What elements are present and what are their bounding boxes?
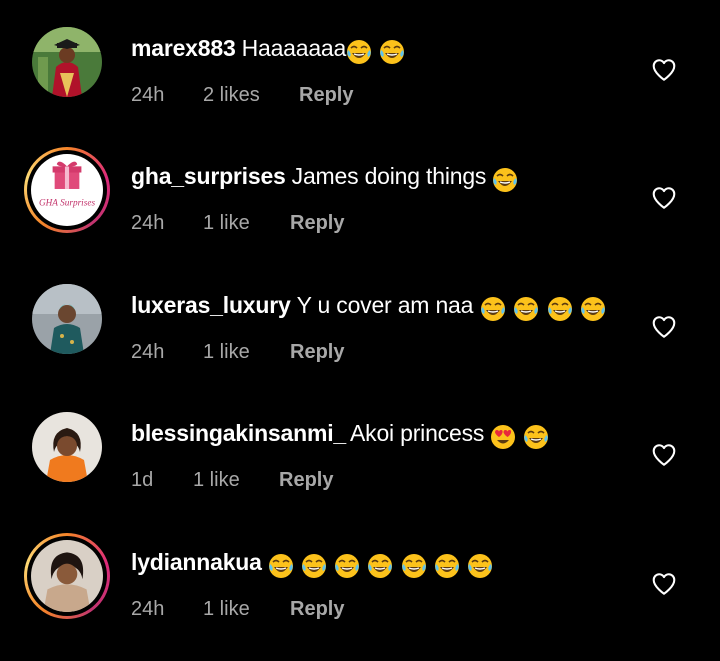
comment-username[interactable]: gha_surprises xyxy=(131,163,286,189)
emoji-group xyxy=(490,424,550,452)
laughing-emoji-icon xyxy=(434,553,460,579)
comment-item: luxeras_luxury Y u cover am naa 24h 1 like… xyxy=(0,276,720,404)
comment-username[interactable]: lydiannakua xyxy=(131,549,262,575)
laughing-emoji-icon xyxy=(379,39,405,65)
comment-time: 24h xyxy=(131,598,165,620)
reply-button[interactable]: Reply xyxy=(299,83,353,107)
avatar[interactable] xyxy=(24,533,110,619)
emoji-group xyxy=(492,167,519,195)
avatar[interactable]: GHA Surprises xyxy=(24,147,110,233)
laughing-emoji-icon xyxy=(480,296,506,322)
like-heart-icon[interactable] xyxy=(651,571,677,597)
laughing-emoji-icon xyxy=(580,296,606,322)
heart-eyes-emoji-icon xyxy=(490,424,516,450)
comment-text: Haaaaaaa xyxy=(241,35,347,61)
laughing-emoji-icon xyxy=(346,39,372,65)
laughing-emoji-icon xyxy=(492,167,518,193)
comment-username[interactable]: blessingakinsanmi_ xyxy=(131,420,346,446)
like-heart-icon[interactable] xyxy=(651,314,677,340)
avatar[interactable] xyxy=(24,276,110,362)
reply-button[interactable]: Reply xyxy=(290,340,344,364)
laughing-emoji-icon xyxy=(334,553,360,579)
comment-meta: 24h 1 like Reply xyxy=(131,211,344,235)
comment-username[interactable]: luxeras_luxury xyxy=(131,292,291,318)
comment-body: blessingakinsanmi_ Akoi princess xyxy=(131,419,550,452)
reply-button[interactable]: Reply xyxy=(279,468,333,492)
comment-meta: 24h 2 likes Reply xyxy=(131,83,353,107)
avatar-logo-text: GHA Surprises xyxy=(39,198,96,208)
comment-meta: 24h 1 like Reply xyxy=(131,340,344,364)
avatar-photo-graduate xyxy=(32,27,102,97)
comment-body: luxeras_luxury Y u cover am naa xyxy=(131,291,607,324)
comment-item: blessingakinsanmi_ Akoi princess 1d 1 like… xyxy=(0,404,720,532)
comment-text: Akoi princess xyxy=(350,420,485,446)
comment-item: marex883 Haaaaaaa 24h 2 likes Reply xyxy=(0,19,720,147)
avatar[interactable] xyxy=(24,19,110,105)
laughing-emoji-icon xyxy=(268,553,294,579)
comment-likes-count[interactable]: 1 like xyxy=(193,468,279,492)
like-heart-icon[interactable] xyxy=(651,57,677,83)
laughing-emoji-icon xyxy=(547,296,573,322)
emoji-group xyxy=(346,39,406,67)
comment-time: 24h xyxy=(131,341,165,363)
comment-meta: 24h 1 like Reply xyxy=(131,597,344,621)
like-heart-icon[interactable] xyxy=(651,442,677,468)
comment-time: 24h xyxy=(131,212,165,234)
reply-button[interactable]: Reply xyxy=(290,597,344,621)
laughing-emoji-icon xyxy=(523,424,549,450)
avatar-photo-person xyxy=(32,284,102,354)
like-heart-icon[interactable] xyxy=(651,185,677,211)
laughing-emoji-icon xyxy=(467,553,493,579)
comment-body: marex883 Haaaaaaa xyxy=(131,34,406,67)
reply-button[interactable]: Reply xyxy=(290,211,344,235)
comment-likes-count[interactable]: 1 like xyxy=(203,340,290,364)
laughing-emoji-icon xyxy=(301,553,327,579)
comment-item: lydiannakua 24h 1 like Reply xyxy=(0,533,720,661)
laughing-emoji-icon xyxy=(513,296,539,322)
comment-likes-count[interactable]: 1 like xyxy=(203,597,290,621)
emoji-group xyxy=(480,296,607,324)
comment-meta: 1d 1 like Reply xyxy=(131,468,333,492)
gift-logo-icon: GHA Surprises xyxy=(31,154,103,226)
avatar[interactable] xyxy=(24,404,110,490)
comment-body: lydiannakua xyxy=(131,548,494,581)
comment-likes-count[interactable]: 2 likes xyxy=(203,83,299,107)
comment-text: Y u cover am naa xyxy=(296,292,474,318)
comment-time: 24h xyxy=(131,84,165,106)
laughing-emoji-icon xyxy=(401,553,427,579)
comment-time: 1d xyxy=(131,469,154,491)
laughing-emoji-icon xyxy=(367,553,393,579)
comment-username[interactable]: marex883 xyxy=(131,35,236,61)
emoji-group xyxy=(268,553,494,581)
comment-text: James doing things xyxy=(291,163,487,189)
comment-likes-count[interactable]: 1 like xyxy=(203,211,290,235)
avatar-photo-person xyxy=(32,412,102,482)
avatar-photo-person xyxy=(31,540,103,612)
comment-item: GHA Surprises gha_surprises James doing t… xyxy=(0,147,720,275)
comment-body: gha_surprises James doing things xyxy=(131,162,519,195)
